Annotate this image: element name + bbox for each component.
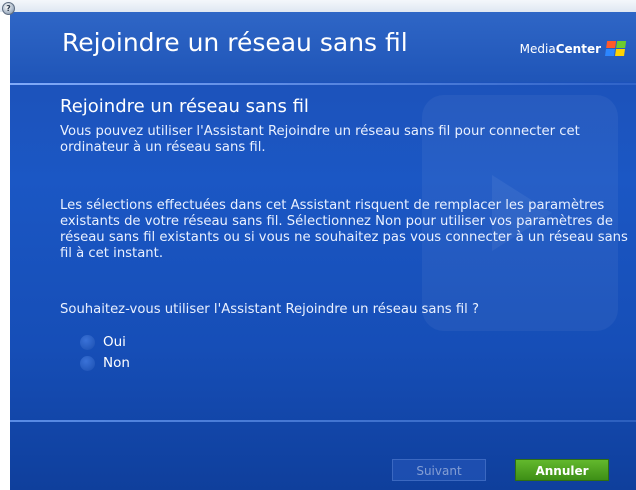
intro-paragraph: Vous pouvez utiliser l'Assistant Rejoind…	[60, 124, 580, 155]
option-label: Oui	[103, 334, 126, 350]
media-center-logo: MediaCenter	[520, 41, 628, 57]
cancel-button[interactable]: Annuler	[515, 459, 609, 481]
media-center-window: Rejoindre un réseau sans fil MediaCenter…	[10, 12, 636, 490]
option-non[interactable]: Non	[80, 355, 130, 371]
option-label: Non	[103, 355, 130, 371]
radio-button-icon[interactable]	[80, 334, 95, 350]
header-separator	[10, 83, 636, 85]
help-icon[interactable]: ?	[2, 2, 15, 15]
option-oui[interactable]: Oui	[80, 334, 126, 350]
footer-separator	[10, 420, 636, 422]
brand-prefix: Media	[519, 42, 556, 56]
radio-button-icon[interactable]	[80, 355, 95, 371]
header-bar: Rejoindre un réseau sans fil MediaCenter	[10, 12, 636, 82]
next-button[interactable]: Suivant	[392, 459, 486, 481]
question-text: Souhaitez-vous utiliser l'Assistant Rejo…	[60, 302, 480, 317]
page-title: Rejoindre un réseau sans fil	[62, 28, 408, 57]
brand-suffix: Center	[555, 42, 601, 56]
top-strip	[0, 0, 636, 12]
wizard-subtitle: Rejoindre un réseau sans fil	[60, 96, 309, 117]
windows-flag-icon	[604, 41, 628, 57]
warning-paragraph: Les sélections effectuées dans cet Assis…	[60, 198, 628, 261]
brand-text: MediaCenter	[520, 42, 601, 56]
